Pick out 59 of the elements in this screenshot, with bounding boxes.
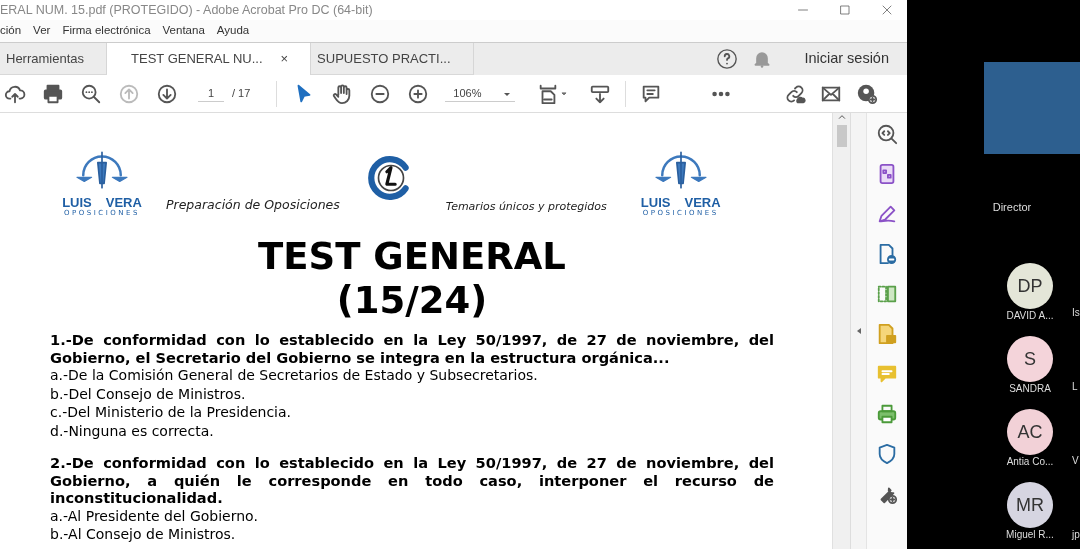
shield-icon[interactable] [876, 443, 898, 465]
zoom-dropdown[interactable]: 106% [445, 84, 516, 103]
menu-item[interactable]: Ventana [162, 22, 205, 40]
tab[interactable]: TEST GENERAL NU... × [107, 43, 312, 75]
close-icon[interactable] [881, 4, 893, 16]
participant-name: Is [1072, 306, 1080, 320]
tagline: Temarios únicos y protegidos [445, 198, 607, 215]
participant-name: DAVID A... [1006, 310, 1054, 322]
page-organize-icon[interactable] [876, 283, 898, 305]
logo-text: VERA [684, 196, 721, 209]
menu-item[interactable]: Ayuda [216, 22, 250, 40]
answer-option: d.-Ninguna es correcta. [50, 422, 214, 439]
participant-avatar: AC [1007, 409, 1053, 455]
participant-name: SANDRA [1009, 383, 1051, 395]
help-icon[interactable] [716, 48, 739, 70]
participant-name: Miguel R... [1006, 529, 1054, 541]
answer-option: c.-Del Ministerio de la Presidencia. [50, 404, 292, 420]
maximize-icon[interactable] [839, 4, 851, 16]
answer-option: b.-Al Consejo de Ministros. [50, 526, 236, 542]
answer-option: a.-Al Presidente del Gobierno. [50, 507, 258, 524]
pen-icon[interactable] [876, 203, 898, 225]
window-title: ERAL NUM. 15.pdf (PROTEGIDO) - Adobe Acrobat Pro DC (64-bit) [0, 1, 373, 19]
menu-item[interactable]: ción [0, 22, 22, 40]
logo-text: VERA [105, 196, 142, 209]
page-number-field[interactable]: 1 [198, 84, 224, 103]
print-icon[interactable] [42, 82, 64, 105]
logo-text: LUIS [640, 196, 671, 209]
page-count: / 17 [232, 86, 251, 102]
zoom-in-icon[interactable] [407, 82, 430, 105]
logo-text: LUIS [62, 196, 92, 209]
document-subtitle: (15/24) [336, 279, 488, 322]
question-text: 1.-De conformidad con lo establecido en la Ley 50/1997, de 27 de noviembre, del Gobierno, el Secretario del Gobierno se integra en la estructura orgánica... [50, 331, 774, 366]
participant-name: jp [1072, 528, 1080, 542]
tagline: Preparación de Oposiciones [166, 196, 340, 215]
sign-in-link[interactable]: Iniciar sesión [804, 48, 889, 70]
arrow-down-circle-icon[interactable] [156, 82, 178, 105]
tab[interactable]: Herramientas [0, 43, 108, 75]
question-text: 2.-De conformidad con lo establecido en la Ley 50/1997, de 27 de noviembre, del Gobierno, a quién le corresponde en todo caso, interponer el recurso de inconstitucionalidad. [50, 454, 774, 507]
scrollbar-thumb[interactable] [836, 125, 847, 147]
answer-option: a.-De la Comisión General de Secretarios de Estado y Subsecretarios. [50, 367, 538, 383]
scroll-up-icon[interactable] [837, 113, 846, 121]
search-icon[interactable] [80, 82, 102, 105]
participant-avatar: MR [1007, 482, 1053, 528]
participant-name: L [1072, 380, 1079, 394]
participant-name: Antia Co... [1006, 456, 1054, 468]
tab-close-button[interactable]: × [280, 49, 289, 69]
add-user-icon[interactable] [856, 82, 879, 105]
participant-avatar: DP [1007, 263, 1053, 309]
document-title: TEST GENERAL [258, 235, 566, 278]
participant-avatar: S [1007, 336, 1053, 382]
menu-item[interactable]: Firma electrónica [62, 22, 151, 40]
tab[interactable]: SUPUESTO PRACTI... [311, 43, 474, 75]
answer-option: b.-Del Consejo de Ministros. [50, 385, 246, 402]
zoom-out-icon[interactable] [369, 82, 392, 105]
zoom-icon[interactable] [876, 123, 898, 145]
participant-name: V [1072, 454, 1080, 468]
printer-icon[interactable] [876, 403, 898, 425]
menu-item[interactable]: Ver [33, 22, 51, 40]
participant-name: Director [992, 201, 1032, 213]
